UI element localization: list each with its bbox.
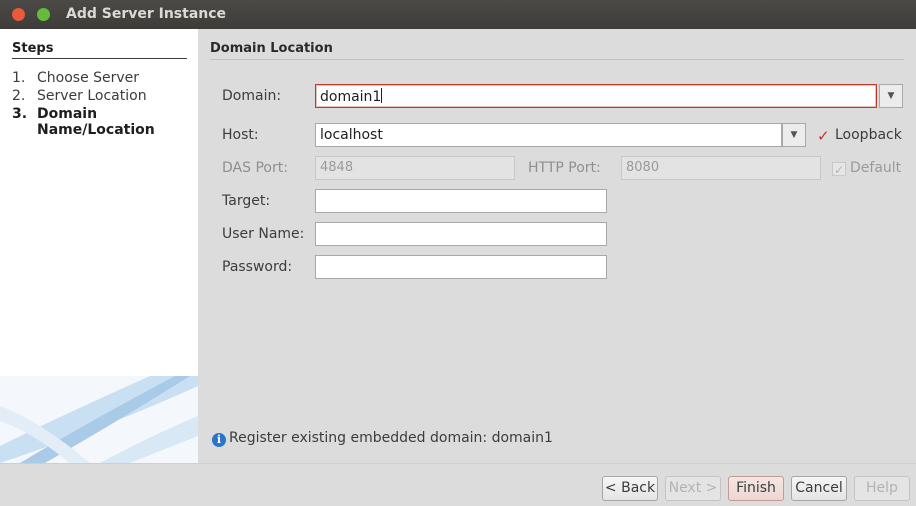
- step-label-line2: Name/Location: [37, 122, 155, 138]
- back-button[interactable]: < Back: [602, 476, 658, 501]
- domain-dropdown-button[interactable]: ▼: [879, 84, 903, 108]
- username-input[interactable]: [315, 222, 607, 246]
- username-label: User Name:: [222, 226, 305, 242]
- step-label: Domain: [37, 106, 98, 122]
- domain-label: Domain:: [222, 88, 282, 104]
- password-input[interactable]: [315, 255, 607, 279]
- next-button[interactable]: Next >: [665, 476, 721, 501]
- host-label: Host:: [222, 127, 259, 143]
- http-port-label: HTTP Port:: [528, 160, 601, 176]
- help-button[interactable]: Help: [854, 476, 910, 501]
- domain-value: domain1: [320, 89, 382, 105]
- host-value: localhost: [320, 127, 383, 143]
- close-window-icon[interactable]: [12, 8, 25, 21]
- cancel-button[interactable]: Cancel: [791, 476, 847, 501]
- step-server-location: 2. Server Location: [12, 88, 147, 104]
- step-choose-server: 1. Choose Server: [12, 70, 139, 86]
- checkmark-icon: ✓: [832, 162, 846, 177]
- info-icon: i: [212, 433, 226, 447]
- info-message: i Register existing embedded domain: doma…: [212, 430, 553, 447]
- window-title: Add Server Instance: [66, 6, 227, 22]
- target-label: Target:: [222, 193, 271, 209]
- text-caret: [381, 88, 383, 103]
- target-input[interactable]: [315, 189, 607, 213]
- wizard-swoosh-graphic: [0, 376, 198, 463]
- step-domain-name-location: 3. Domain Name/Location: [12, 106, 155, 138]
- finish-button[interactable]: Finish: [728, 476, 784, 501]
- chevron-down-icon: ▼: [887, 91, 895, 101]
- loopback-label: Loopback: [835, 127, 902, 143]
- section-title: Domain Location: [210, 41, 333, 56]
- das-port-label: DAS Port:: [222, 160, 288, 176]
- maximize-window-icon[interactable]: [37, 8, 50, 21]
- main-panel: Domain Location Domain: domain1 ▼ Host: …: [198, 29, 916, 463]
- info-text: Register existing embedded domain: domai…: [229, 430, 553, 446]
- host-combo-input[interactable]: localhost: [315, 123, 782, 147]
- das-port-input[interactable]: 4848: [315, 156, 515, 180]
- step-number: 2.: [12, 88, 26, 104]
- steps-heading: Steps: [12, 41, 54, 56]
- chevron-down-icon: ▼: [790, 130, 798, 140]
- domain-combo-input[interactable]: domain1: [315, 84, 877, 108]
- step-label: Choose Server: [37, 70, 140, 86]
- step-label: Server Location: [37, 88, 147, 104]
- steps-divider: [12, 58, 187, 59]
- http-port-value: 8080: [626, 160, 660, 175]
- steps-panel: Steps 1. Choose Server 2. Server Location …: [0, 29, 198, 463]
- host-dropdown-button[interactable]: ▼: [782, 123, 806, 147]
- password-label: Password:: [222, 259, 293, 275]
- das-port-value: 4848: [320, 160, 354, 175]
- checkmark-icon: ✓: [817, 127, 830, 145]
- http-port-input[interactable]: 8080: [621, 156, 821, 180]
- step-number: 3.: [12, 106, 28, 122]
- step-number: 1.: [12, 70, 26, 86]
- default-checkbox[interactable]: ✓ Default: [832, 160, 902, 177]
- window-titlebar: Add Server Instance: [0, 0, 916, 29]
- loopback-checkbox[interactable]: ✓ Loopback: [817, 127, 902, 145]
- default-label: Default: [850, 160, 902, 176]
- section-divider: [210, 59, 904, 60]
- wizard-footer: < Back Next > Finish Cancel Help: [0, 463, 916, 506]
